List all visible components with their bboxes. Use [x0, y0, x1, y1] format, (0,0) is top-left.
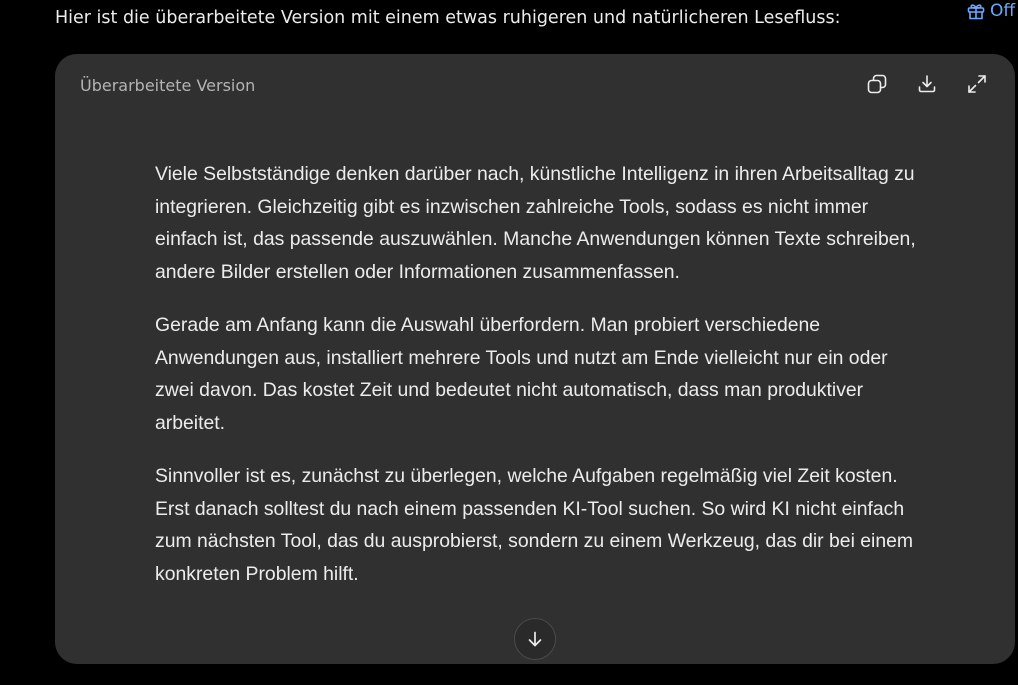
canvas-card: Überarbeitete Version Viele Selbstständi… [55, 54, 1015, 664]
arrow-down-icon [525, 629, 545, 649]
canvas-title: Überarbeitete Version [80, 76, 256, 95]
paragraph: Sinnvoller ist es, zunächst zu überlegen… [155, 465, 914, 585]
download-icon [916, 73, 938, 95]
offer-link[interactable]: Off [966, 0, 1015, 22]
copy-icon [866, 73, 888, 95]
paragraph: Gerade am Anfang kann die Auswahl überfo… [155, 314, 888, 434]
chat-page: Hier ist die überarbeitete Version mit e… [0, 0, 1018, 685]
download-button[interactable] [907, 68, 947, 100]
expand-icon [966, 73, 988, 95]
scroll-down-button[interactable] [514, 618, 556, 660]
assistant-intro-text: Hier ist die überarbeitete Version mit e… [55, 8, 841, 28]
canvas-document[interactable]: Viele Selbstständige denken darüber nach… [155, 158, 925, 611]
canvas-header: Überarbeitete Version [55, 54, 1015, 118]
expand-button[interactable] [957, 68, 997, 100]
gift-icon [966, 1, 986, 21]
offer-label: Off [990, 1, 1016, 21]
paragraph: Viele Selbstständige denken darüber nach… [155, 163, 916, 283]
canvas-actions [857, 68, 997, 100]
copy-button[interactable] [857, 68, 897, 100]
